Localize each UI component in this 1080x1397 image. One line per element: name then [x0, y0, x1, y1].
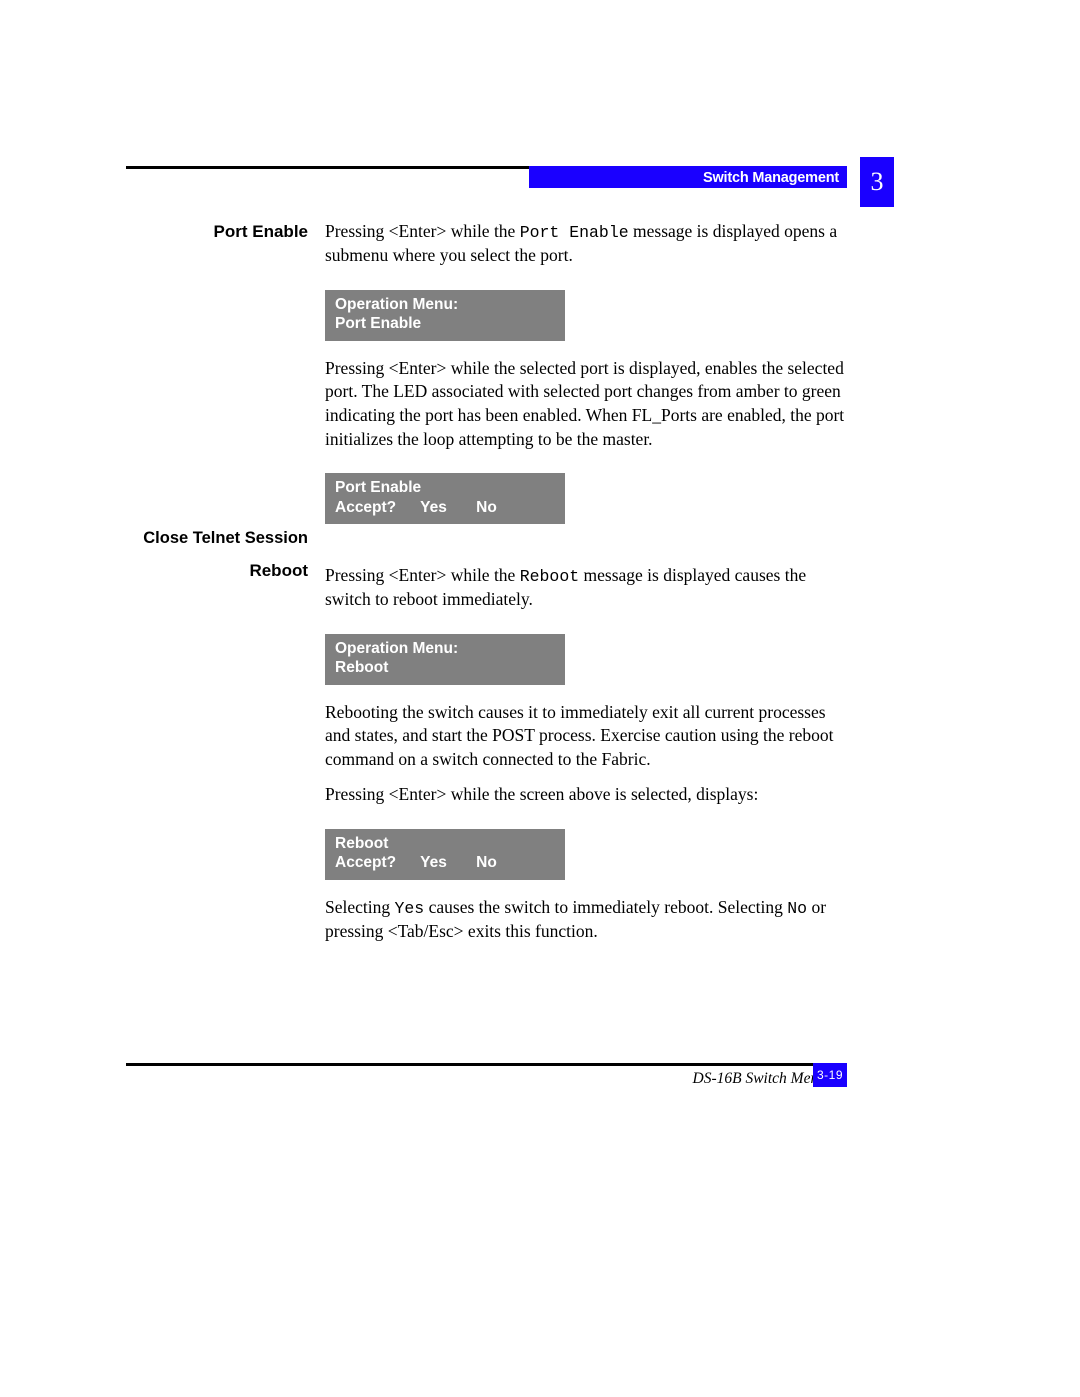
footer-page-number: 3-19 — [813, 1063, 847, 1087]
menu-line-accept: Accept? Yes No — [335, 498, 555, 517]
accept-yes: Yes — [420, 498, 462, 517]
inline-code: Port Enable — [520, 223, 629, 242]
text: Pressing <Enter> while the — [325, 221, 520, 241]
inline-code: Reboot — [520, 567, 579, 586]
menu-box-reboot-accept: Reboot Accept? Yes No — [325, 829, 565, 880]
header-section-tab: Switch Management — [529, 166, 847, 188]
menu-box-port-enable-accept: Port Enable Accept? Yes No — [325, 473, 565, 524]
text: Pressing <Enter> while the — [325, 565, 520, 585]
footer-chapter-title: DS-16B Switch Menus — [693, 1069, 832, 1090]
menu-line: Port Enable — [335, 314, 555, 333]
accept-no: No — [476, 853, 497, 872]
spacer — [325, 540, 845, 554]
footer-rule — [126, 1063, 846, 1066]
side-heading-port-enable: Port Enable — [126, 221, 308, 244]
main-column: Pressing <Enter> while the Port Enable m… — [325, 220, 845, 962]
text: causes the switch to immediately reboot.… — [424, 897, 787, 917]
side-heading-reboot: Reboot — [126, 560, 308, 583]
reboot-para-1: Pressing <Enter> while the Reboot messag… — [325, 564, 845, 612]
menu-line: Port Enable — [335, 478, 555, 497]
accept-yes: Yes — [420, 853, 462, 872]
inline-code: Yes — [395, 899, 425, 918]
accept-label: Accept? — [335, 499, 396, 516]
port-enable-para-1: Pressing <Enter> while the Port Enable m… — [325, 220, 845, 268]
reboot-para-3: Pressing <Enter> while the screen above … — [325, 783, 845, 807]
menu-box-port-enable-op: Operation Menu: Port Enable — [325, 290, 565, 341]
port-enable-para-2: Pressing <Enter> while the selected port… — [325, 357, 845, 452]
reboot-para-4: Selecting Yes causes the switch to immed… — [325, 896, 845, 944]
menu-box-reboot-op: Operation Menu: Reboot — [325, 634, 565, 685]
menu-line: Reboot — [335, 658, 555, 677]
menu-line: Reboot — [335, 834, 555, 853]
menu-line-accept: Accept? Yes No — [335, 853, 555, 872]
chapter-number-box: 3 — [860, 157, 894, 207]
inline-code: No — [787, 899, 807, 918]
accept-label: Accept? — [335, 854, 396, 871]
accept-no: No — [476, 498, 497, 517]
menu-line: Operation Menu: — [335, 295, 555, 314]
side-heading-close-telnet: Close Telnet Session — [126, 527, 308, 549]
header-section-title: Switch Management — [703, 169, 839, 189]
reboot-para-2: Rebooting the switch causes it to immedi… — [325, 701, 845, 772]
menu-line: Operation Menu: — [335, 639, 555, 658]
text: Selecting — [325, 897, 395, 917]
page: Switch Management 3 Port Enable Close Te… — [0, 0, 1080, 1397]
